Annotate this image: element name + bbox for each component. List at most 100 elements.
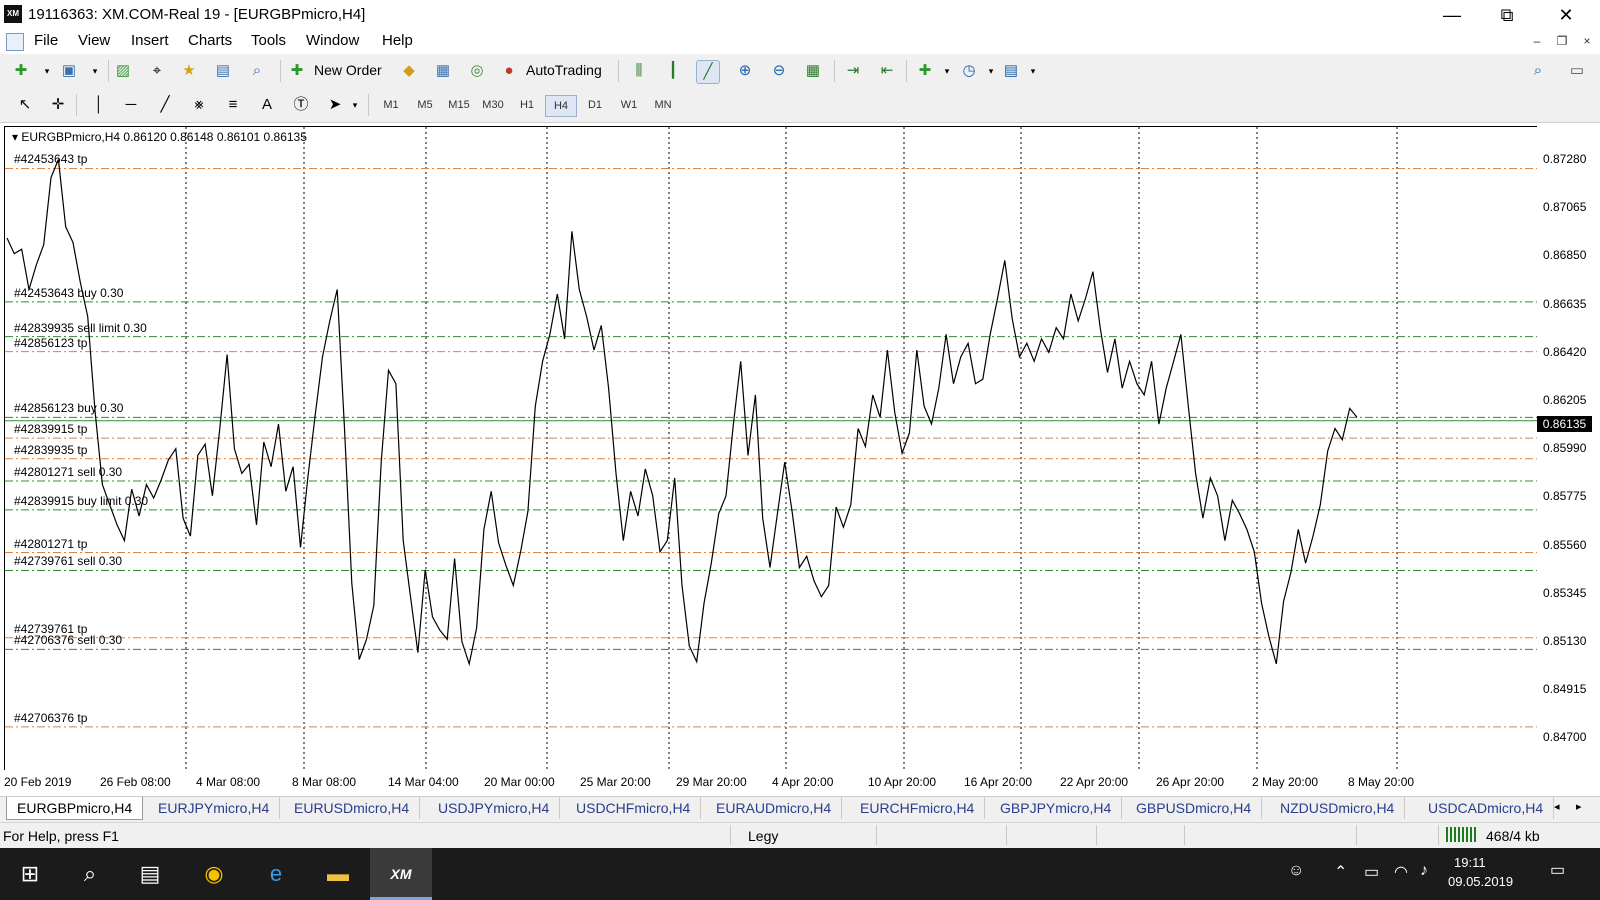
arrows-dropdown-icon[interactable]: ▾: [344, 94, 366, 116]
show-hidden-icons-icon[interactable]: ⌃: [1334, 862, 1347, 882]
fibonacci-icon[interactable]: ≡: [222, 94, 244, 116]
timeframe-mn[interactable]: MN: [648, 95, 678, 115]
volume-muted-icon[interactable]: ♪: [1420, 862, 1428, 880]
chart-tab[interactable]: GBPJPYmicro,H4: [990, 797, 1123, 819]
collapse-triangle-icon[interactable]: ▾: [12, 130, 18, 144]
search-taskbar-icon[interactable]: ⌕: [60, 848, 120, 900]
strategy-tester-icon[interactable]: ⌕: [246, 60, 268, 82]
xm-terminal-taskbar-icon[interactable]: XM: [370, 848, 432, 900]
people-icon[interactable]: ☺: [1288, 862, 1304, 880]
menu-view[interactable]: View: [78, 32, 110, 49]
periods-icon[interactable]: ◷: [958, 60, 980, 82]
menu-file[interactable]: File: [34, 32, 58, 49]
text-icon[interactable]: A: [256, 94, 278, 116]
data-window-icon[interactable]: ▤: [212, 60, 234, 82]
order-line-label[interactable]: #42453643 tp: [14, 152, 87, 166]
menu-help[interactable]: Help: [382, 32, 413, 49]
indicators-dropdown-icon[interactable]: ▾: [936, 60, 958, 82]
chart-tab[interactable]: EURCHFmicro,H4: [850, 797, 986, 819]
chart-tab[interactable]: USDCHFmicro,H4: [566, 797, 702, 819]
terminal-icon[interactable]: ▦: [432, 60, 454, 82]
order-line-label[interactable]: #42801271 tp: [14, 537, 87, 551]
candlesticks-icon[interactable]: ┃: [662, 60, 684, 82]
timeframe-m5[interactable]: M5: [410, 95, 440, 115]
order-line-label[interactable]: #42706376 tp: [14, 711, 87, 725]
menu-charts[interactable]: Charts: [188, 32, 232, 49]
menu-insert[interactable]: Insert: [131, 32, 169, 49]
autotrading-button[interactable]: AutoTrading: [526, 62, 602, 78]
mdi-close-button[interactable]: ×: [1578, 34, 1596, 50]
vertical-line-icon[interactable]: │: [88, 94, 110, 116]
document-icon[interactable]: [6, 33, 24, 51]
chart-shift-icon[interactable]: ⇤: [876, 60, 898, 82]
chart-tab[interactable]: GBPUSDmicro,H4: [1126, 797, 1263, 819]
start-windows-icon[interactable]: ⊞: [0, 848, 60, 900]
auto-scroll-icon[interactable]: ⇥: [842, 60, 864, 82]
menu-window[interactable]: Window: [306, 32, 359, 49]
cursor-icon[interactable]: ↖: [14, 94, 36, 116]
order-line-label[interactable]: #42839935 sell limit 0.30: [14, 321, 147, 335]
order-line-label[interactable]: #42453643 buy 0.30: [14, 286, 123, 300]
chart-tab[interactable]: USDCADmicro,H4: [1418, 797, 1555, 819]
order-line-label[interactable]: #42856123 buy 0.30: [14, 401, 123, 415]
text-label-icon[interactable]: Ⓣ: [290, 94, 312, 116]
maximize-button[interactable]: ⧉: [1482, 0, 1532, 30]
timeframe-h1[interactable]: H1: [512, 95, 542, 115]
task-view-icon[interactable]: ▤: [120, 848, 180, 900]
periods-dropdown-icon[interactable]: ▾: [980, 60, 1002, 82]
meta-editor-icon[interactable]: ◆: [398, 60, 420, 82]
bar-chart-icon[interactable]: ⫼: [628, 60, 650, 82]
chart-tab[interactable]: EURUSDmicro,H4: [284, 797, 421, 819]
chart-tab[interactable]: EURJPYmicro,H4: [148, 797, 281, 819]
autotrading-icon[interactable]: ●: [498, 60, 520, 82]
chart-tab[interactable]: EURGBPmicro,H4: [6, 797, 144, 820]
market-watch-icon[interactable]: ▨: [112, 60, 134, 82]
wifi-icon[interactable]: ◠: [1394, 862, 1408, 882]
profiles-icon[interactable]: ▣: [58, 60, 80, 82]
battery-icon[interactable]: ▭: [1364, 862, 1379, 882]
new-chart-icon[interactable]: ✚: [10, 60, 32, 82]
arrows-icon[interactable]: ➤: [324, 94, 346, 116]
mdi-minimize-button[interactable]: –: [1528, 34, 1546, 50]
equidistant-channel-icon[interactable]: ⨳: [188, 94, 210, 116]
signals-icon[interactable]: ◎: [466, 60, 488, 82]
timeframe-w1[interactable]: W1: [614, 95, 644, 115]
chat-icon[interactable]: ▭: [1566, 60, 1588, 82]
order-line-label[interactable]: #42856123 tp: [14, 336, 87, 350]
chart-tab[interactable]: EURAUDmicro,H4: [706, 797, 843, 819]
new-order-button[interactable]: New Order: [314, 62, 382, 78]
indicators-icon[interactable]: ✚: [914, 60, 936, 82]
connection-status-icon[interactable]: [1446, 827, 1476, 842]
timeframe-m15[interactable]: M15: [444, 95, 474, 115]
order-line-label[interactable]: #42839935 tp: [14, 443, 87, 457]
close-button[interactable]: ✕: [1541, 0, 1591, 30]
tile-windows-icon[interactable]: ▦: [802, 60, 824, 82]
templates-dropdown-icon[interactable]: ▾: [1022, 60, 1044, 82]
chart-tab[interactable]: NZDUSDmicro,H4: [1270, 797, 1406, 819]
tab-scroll-left-icon[interactable]: ◂: [1554, 800, 1560, 813]
order-line-label[interactable]: #42739761 sell 0.30: [14, 554, 122, 568]
trendline-icon[interactable]: ╱: [154, 94, 176, 116]
search-icon[interactable]: ⌕: [1527, 60, 1549, 82]
crosshair-icon[interactable]: ✛: [47, 94, 69, 116]
templates-icon[interactable]: ▤: [1000, 60, 1022, 82]
mdi-restore-button[interactable]: ❐: [1553, 34, 1571, 50]
menu-tools[interactable]: Tools: [251, 32, 286, 49]
timeframe-m30[interactable]: M30: [478, 95, 508, 115]
chart-window[interactable]: [4, 126, 1538, 772]
line-chart-icon[interactable]: ╱: [696, 60, 720, 84]
timeframe-m1[interactable]: M1: [376, 95, 406, 115]
tab-scroll-right-icon[interactable]: ▸: [1576, 800, 1582, 813]
clock-time[interactable]: 19:11: [1454, 855, 1486, 870]
zoom-out-icon[interactable]: ⊖: [768, 60, 790, 82]
order-line-label[interactable]: #42839915 buy limit 0.30: [14, 494, 148, 508]
clock-date[interactable]: 09.05.2019: [1448, 874, 1513, 889]
navigator-icon[interactable]: ★: [178, 60, 200, 82]
zoom-in-icon[interactable]: ⊕: [734, 60, 756, 82]
horizontal-line-icon[interactable]: ─: [120, 94, 142, 116]
order-line-label[interactable]: #42801271 sell 0.30: [14, 465, 122, 479]
new-order-icon[interactable]: ✚: [286, 60, 308, 82]
minimize-button[interactable]: —: [1427, 0, 1477, 30]
order-line-label[interactable]: #42706376 sell 0.30: [14, 633, 122, 647]
action-center-icon[interactable]: ▭: [1550, 860, 1565, 880]
